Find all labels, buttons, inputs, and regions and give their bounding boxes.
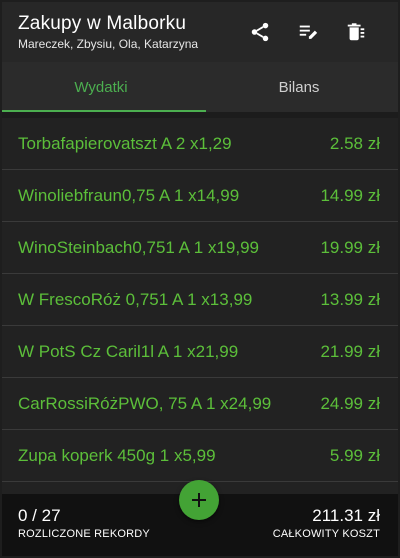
- list-item[interactable]: Zupa koperk 450g 1 x5,99 5.99 zł: [2, 430, 398, 482]
- add-expense-button[interactable]: [179, 480, 219, 520]
- list-item[interactable]: Torbafapierovatszt A 2 x1,29 2.58 zł: [2, 118, 398, 170]
- delete-icon: [347, 23, 365, 41]
- share-icon: [251, 22, 269, 42]
- tab-bar: Wydatki Bilans: [2, 62, 398, 112]
- list-item[interactable]: WinoSteinbach0,751 A 1 x19,99 19.99 zł: [2, 222, 398, 274]
- delete-button[interactable]: [342, 18, 370, 46]
- page-title: Zakupy w Malborku: [18, 13, 187, 34]
- settled-label: ROZLICZONE REKORDY: [18, 528, 150, 540]
- item-name: W FrescoRóż 0,751 A 1 x13,99: [18, 289, 253, 309]
- edit-list-icon: [299, 25, 318, 39]
- item-amount: 13.99 zł: [320, 289, 380, 309]
- share-button[interactable]: [246, 18, 274, 46]
- item-amount: 21.99 zł: [320, 341, 380, 361]
- app-header: Zakupy w Malborku Mareczek, Zbysiu, Ola,…: [2, 2, 398, 62]
- item-name: Winoliebfraun0,75 A 1 x14,99: [18, 185, 240, 205]
- list-item[interactable]: W PotS Cz Caril1l A 1 x21,99 21.99 zł: [2, 326, 398, 378]
- item-name: CarRossiRóżPWO, 75 A 1 x24,99: [18, 393, 272, 413]
- expense-list[interactable]: Torbafapierovatszt A 2 x1,29 2.58 zł Win…: [2, 118, 398, 494]
- item-amount: 19.99 zł: [320, 237, 380, 257]
- list-item[interactable]: CarRossiRóżPWO, 75 A 1 x24,99 24.99 zł: [2, 378, 398, 430]
- item-amount: 24.99 zł: [320, 393, 380, 413]
- item-amount: 5.99 zł: [329, 445, 380, 465]
- item-name: W PotS Cz Caril1l A 1 x21,99: [18, 341, 239, 361]
- tab-expenses[interactable]: Wydatki: [2, 62, 200, 112]
- list-item[interactable]: Winoliebfraun0,75 A 1 x14,99 14.99 zł: [2, 170, 398, 222]
- item-amount: 14.99 zł: [320, 185, 380, 205]
- settled-count: 0 / 27: [18, 506, 61, 525]
- list-item[interactable]: W FrescoRóż 0,751 A 1 x13,99 13.99 zł: [2, 274, 398, 326]
- edit-list-button[interactable]: [294, 18, 322, 46]
- tab-balance[interactable]: Bilans: [200, 62, 398, 112]
- participants-subtitle: Mareczek, Zbysiu, Ola, Katarzyna: [18, 37, 199, 51]
- item-name: Torbafapierovatszt A 2 x1,29: [18, 133, 232, 153]
- plus-icon: [192, 493, 206, 507]
- item-amount: 2.58 zł: [329, 133, 380, 153]
- item-name: WinoSteinbach0,751 A 1 x19,99: [18, 237, 260, 257]
- total-cost-label: CAŁKOWITY KOSZT: [272, 528, 380, 540]
- item-name: Zupa koperk 450g 1 x5,99: [18, 445, 216, 465]
- app-window: Zakupy w Malborku Mareczek, Zbysiu, Ola,…: [2, 2, 398, 556]
- total-cost: 211.31 zł: [312, 506, 380, 525]
